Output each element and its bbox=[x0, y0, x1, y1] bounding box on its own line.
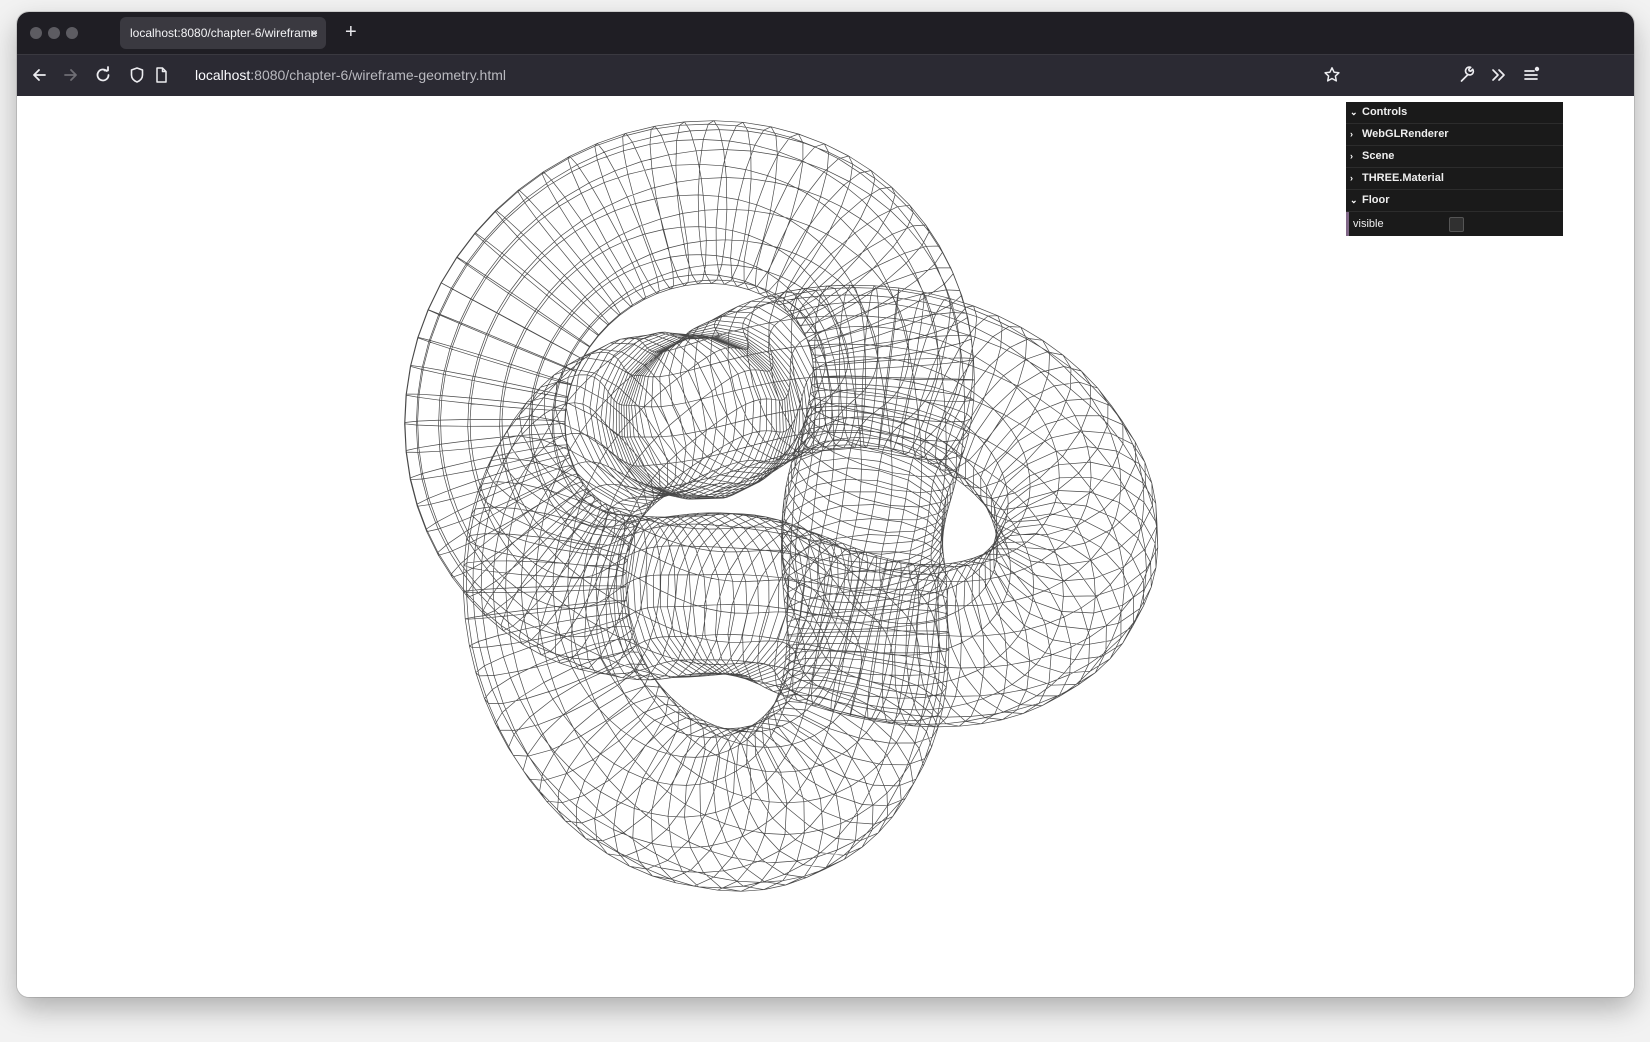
gui-folder-label: THREE.Material bbox=[1362, 172, 1444, 184]
url-path: :8080/chapter-6/wireframe-geometry.html bbox=[250, 67, 506, 83]
chevron-down-icon: ⌄ bbox=[1350, 195, 1358, 205]
gui-folder-label: Floor bbox=[1362, 194, 1390, 206]
gui-controls-label: Controls bbox=[1362, 106, 1408, 118]
zoom-window-dot[interactable] bbox=[66, 27, 78, 39]
wireframe-knot bbox=[404, 120, 1159, 892]
navigation-toolbar: localhost:8080/chapter-6/wireframe-geome… bbox=[17, 54, 1634, 96]
gui-visible-label: visible bbox=[1353, 218, 1384, 230]
gui-folder-webglrenderer[interactable]: › WebGLRenderer bbox=[1346, 124, 1563, 146]
address-bar[interactable]: localhost:8080/chapter-6/wireframe-geome… bbox=[195, 55, 506, 96]
url-host: localhost bbox=[195, 67, 251, 83]
tab-close-icon[interactable]: × bbox=[310, 17, 318, 49]
new-tab-icon[interactable]: + bbox=[345, 21, 357, 43]
visible-checkbox[interactable] bbox=[1449, 217, 1464, 232]
dat-gui-panel: ⌄ Controls › WebGLRenderer › Scene › THREE.M… bbox=[1346, 102, 1563, 236]
chevron-right-icon: › bbox=[1350, 151, 1353, 161]
shield-icon[interactable] bbox=[127, 65, 147, 85]
minimize-window-dot[interactable] bbox=[48, 27, 60, 39]
gui-folder-label: Scene bbox=[1362, 150, 1395, 162]
gui-folder-material[interactable]: › THREE.Material bbox=[1346, 168, 1563, 190]
chevron-right-icon: › bbox=[1350, 173, 1353, 183]
gui-folder-label: WebGLRenderer bbox=[1362, 128, 1449, 140]
gui-folder-scene[interactable]: › Scene bbox=[1346, 146, 1563, 168]
wrench-icon[interactable] bbox=[1457, 65, 1477, 85]
chevron-right-icon: › bbox=[1350, 129, 1353, 139]
close-window-dot[interactable] bbox=[30, 27, 42, 39]
reload-icon[interactable] bbox=[93, 65, 113, 85]
page-viewport[interactable]: ⌄ Controls › WebGLRenderer › Scene › THREE.M… bbox=[17, 96, 1634, 997]
bookmark-star-icon[interactable] bbox=[1322, 65, 1342, 85]
app-menu-icon[interactable] bbox=[1521, 65, 1541, 85]
page-icon[interactable] bbox=[151, 65, 171, 85]
browser-window: localhost:8080/chapter-6/wireframe × + l… bbox=[17, 12, 1634, 997]
chevron-down-icon: ⌄ bbox=[1350, 107, 1358, 117]
tab-bar: localhost:8080/chapter-6/wireframe × + bbox=[17, 12, 1634, 54]
gui-visible-row: visible bbox=[1346, 212, 1563, 236]
gui-controls-header[interactable]: ⌄ Controls bbox=[1346, 102, 1563, 124]
tab-title: localhost:8080/chapter-6/wireframe bbox=[130, 26, 318, 40]
overflow-chevrons-icon[interactable] bbox=[1488, 65, 1508, 85]
forward-arrow-icon[interactable] bbox=[61, 65, 81, 85]
back-arrow-icon[interactable] bbox=[29, 65, 49, 85]
active-tab[interactable]: localhost:8080/chapter-6/wireframe × bbox=[120, 17, 326, 49]
knot-wire-mesh bbox=[404, 120, 1159, 892]
gui-folder-floor[interactable]: ⌄ Floor bbox=[1346, 190, 1563, 212]
